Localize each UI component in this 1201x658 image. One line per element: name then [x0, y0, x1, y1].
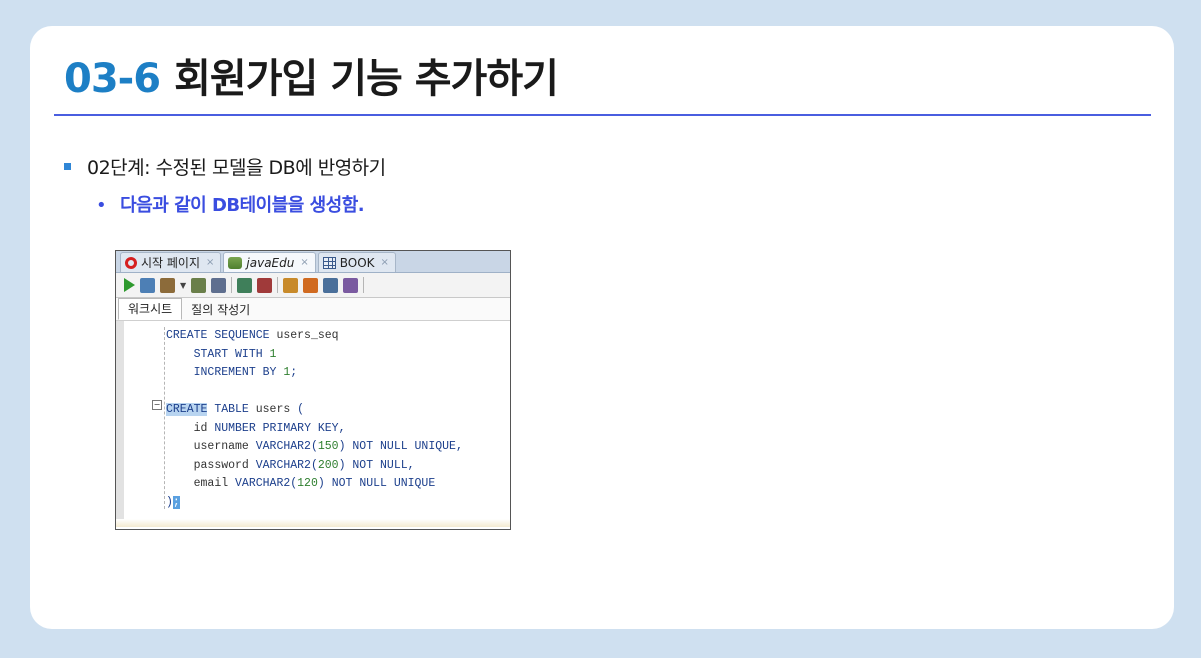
db-connection-icon [228, 256, 243, 269]
dot-bullet-icon: • [96, 195, 107, 216]
bullet-level-1: 02단계: 수정된 모델을 DB에 반영하기 [64, 153, 386, 180]
sql-tuning-icon[interactable] [211, 277, 227, 293]
bullet-2-text: 다음과 같이 DB테이블을 생성함. [120, 195, 365, 216]
toolbar-separator [363, 277, 365, 293]
code-line: CREATE SEQUENCE users_seq [166, 329, 339, 342]
code-line: ); [166, 495, 180, 509]
bullet-1-text: 02단계: 수정된 모델을 DB에 반영하기 [87, 157, 386, 179]
code-line: id NUMBER PRIMARY KEY, [193, 421, 346, 435]
run-statement-icon[interactable] [124, 278, 135, 292]
tab-query-builder[interactable]: 질의 작성기 [182, 300, 259, 320]
worksheet-toolbar: ▼ [116, 273, 510, 298]
tab-javaedu[interactable]: javaEdu × [223, 252, 316, 272]
sql-developer-screenshot: 시작 페이지 × javaEdu × BOOK × ▼ 워크시트 질의 작성기 … [115, 250, 511, 530]
tab-label: javaEdu [246, 255, 295, 270]
rollback-icon[interactable] [257, 277, 273, 293]
collapse-icon[interactable]: − [152, 400, 162, 410]
tab-label: 시작 페이지 [141, 256, 201, 270]
worksheet-subtabs: 워크시트 질의 작성기 [116, 298, 510, 321]
square-bullet-icon [64, 163, 71, 170]
sql-editor[interactable]: − CREATE SEQUENCE users_seq START WITH 1… [116, 321, 510, 527]
sql-history-icon[interactable] [283, 277, 299, 293]
sql-code[interactable]: CREATE SEQUENCE users_seq START WITH 1 I… [166, 327, 463, 512]
sql-monitor-icon[interactable] [323, 277, 339, 293]
autotrace-icon[interactable] [160, 277, 175, 293]
tab-label: BOOK [339, 255, 375, 270]
clear-icon[interactable] [303, 277, 319, 293]
commit-icon[interactable] [237, 277, 253, 293]
code-line: INCREMENT BY 1; [193, 366, 298, 379]
code-line: username VARCHAR2(150) NOT NULL UNIQUE, [193, 440, 463, 453]
tab-worksheet[interactable]: 워크시트 [118, 298, 183, 320]
chevron-down-icon[interactable]: ▼ [180, 281, 186, 290]
code-line: password VARCHAR2(200) NOT NULL, [193, 458, 415, 472]
format-icon[interactable] [343, 277, 359, 293]
close-icon[interactable]: × [300, 257, 308, 268]
editor-tab-bar: 시작 페이지 × javaEdu × BOOK × [116, 251, 510, 273]
bullet-level-2: • 다음과 같이 DB테이블을 생성함. [96, 191, 365, 217]
close-icon[interactable]: × [206, 257, 214, 268]
editor-bottom-strip [116, 519, 510, 527]
oracle-icon [125, 256, 137, 269]
editor-gutter [116, 321, 124, 527]
slide-title: 03-6 회원가입 기능 추가하기 [64, 46, 559, 104]
table-grid-icon [322, 256, 336, 269]
code-line: email VARCHAR2(120) NOT NULL UNIQUE [193, 477, 436, 490]
run-script-icon[interactable] [140, 277, 155, 293]
close-icon[interactable]: × [381, 257, 389, 268]
tab-start-page[interactable]: 시작 페이지 × [120, 252, 222, 272]
explain-plan-icon[interactable] [191, 277, 207, 293]
tab-book[interactable]: BOOK × [317, 252, 396, 272]
title-divider [54, 114, 1151, 116]
code-line: CREATE TABLE users ( [166, 403, 305, 416]
toolbar-separator [277, 277, 279, 293]
fold-guide [164, 327, 165, 509]
title-text: 회원가입 기능 추가하기 [174, 56, 559, 102]
title-number: 03-6 [64, 56, 161, 102]
toolbar-separator [231, 277, 233, 293]
code-line: START WITH 1 [193, 347, 277, 361]
